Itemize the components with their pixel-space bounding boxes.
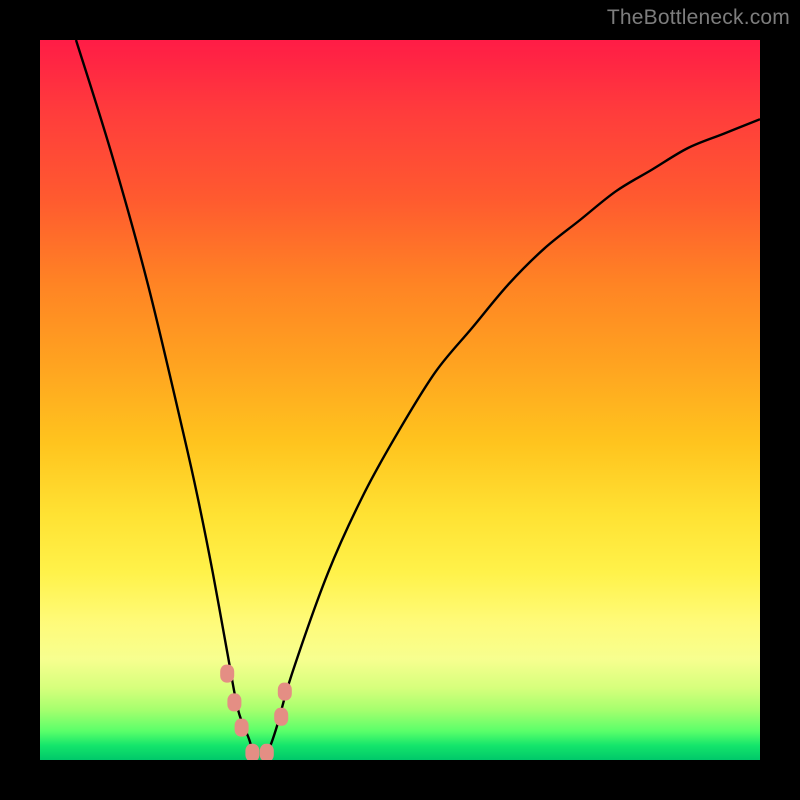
curve-marker (245, 744, 259, 760)
plot-area (40, 40, 760, 760)
bottleneck-curve (76, 40, 760, 760)
curve-markers (220, 665, 292, 760)
curve-marker (274, 708, 288, 726)
chart-frame: TheBottleneck.com (0, 0, 800, 800)
watermark-text: TheBottleneck.com (607, 6, 790, 30)
curve-marker (260, 744, 274, 760)
curve-marker (278, 683, 292, 701)
curve-marker (235, 719, 249, 737)
curve-marker (220, 665, 234, 683)
curve-layer (40, 40, 760, 760)
curve-marker (227, 693, 241, 711)
